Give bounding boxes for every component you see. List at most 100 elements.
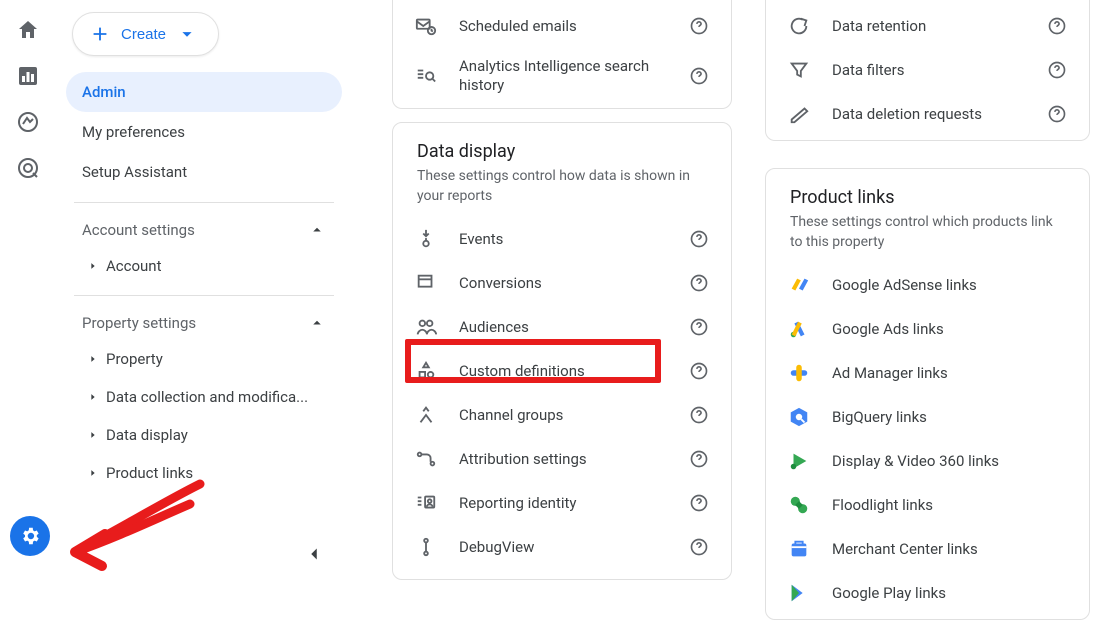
scheduled-emails-icon [415,15,437,37]
help-icon[interactable] [689,493,709,513]
data-display-title: Data display [393,127,731,164]
nav-setup-assistant[interactable]: Setup Assistant [66,152,342,192]
explore-icon[interactable] [16,110,40,134]
help-icon[interactable] [689,361,709,381]
help-icon[interactable] [689,405,709,425]
help-icon[interactable] [1047,16,1067,36]
events-icon [415,228,437,250]
ad-manager-icon [788,362,810,384]
chevron-up-icon [308,314,326,332]
data-deletion-label: Data deletion requests [832,105,1025,123]
data-retention-icon [788,15,810,37]
row-attribution-settings[interactable]: Attribution settings [393,437,731,481]
ad-manager-label: Ad Manager links [832,364,1067,382]
row-bigquery-links[interactable]: BigQuery links [766,395,1089,439]
audiences-label: Audiences [459,318,667,336]
sub-links-label: Product links [106,464,193,482]
create-button[interactable]: Create [72,12,219,56]
data-retention-label: Data retention [832,17,1025,35]
left-icon-rail [0,0,56,592]
scheduled-emails-label: Scheduled emails [459,17,667,35]
adsense-icon [788,274,810,296]
row-scheduled-emails[interactable]: Scheduled emails [393,4,731,48]
admin-gear-button[interactable] [10,516,50,556]
product-links-title: Product links [766,173,1089,210]
conversions-icon [415,272,437,294]
sub-display-label: Data display [106,426,188,444]
sub-account-label: Account [106,257,162,275]
create-label: Create [121,26,166,43]
card-product-links: Product links These settings control whi… [765,168,1090,620]
home-icon[interactable] [16,18,40,42]
help-icon[interactable] [689,16,709,36]
help-icon[interactable] [1047,60,1067,80]
help-icon[interactable] [689,66,709,86]
sub-property[interactable]: Property [66,340,342,378]
sub-account[interactable]: Account [66,247,342,285]
data-filters-label: Data filters [832,61,1025,79]
section-account-settings[interactable]: Account settings [66,213,342,247]
caret-right-icon [88,430,98,440]
ai-search-history-label: Analytics Intelligence search history [459,57,667,96]
merchant-center-label: Merchant Center links [832,540,1067,558]
sub-product-links[interactable]: Product links [66,454,342,492]
attribution-icon [415,448,437,470]
search-history-icon [415,65,437,87]
chevron-left-icon [303,543,325,565]
help-icon[interactable] [689,273,709,293]
row-reporting-identity[interactable]: Reporting identity [393,481,731,525]
help-icon[interactable] [689,229,709,249]
adsense-label: Google AdSense links [832,276,1067,294]
row-floodlight-links[interactable]: Floodlight links [766,483,1089,527]
row-channel-groups[interactable]: Channel groups [393,393,731,437]
card-data-right-top: Data retention Data filters Data deletio… [765,0,1090,141]
google-play-label: Google Play links [832,584,1067,602]
floodlight-icon [788,494,810,516]
card-top-partial: Scheduled emails Analytics Intelligence … [392,0,732,109]
caret-down-icon [176,23,198,45]
google-ads-icon [788,318,810,340]
advertising-icon[interactable] [16,156,40,180]
row-conversions[interactable]: Conversions [393,261,731,305]
row-ad-manager-links[interactable]: Ad Manager links [766,351,1089,395]
row-google-play-links[interactable]: Google Play links [766,571,1089,615]
row-merchant-center-links[interactable]: Merchant Center links [766,527,1089,571]
row-google-ads-links[interactable]: Google Ads links [766,307,1089,351]
admin-sidebar: Create Admin My preferences Setup Assist… [56,0,352,592]
row-data-filters[interactable]: Data filters [766,48,1089,92]
divider [74,202,334,203]
data-deletion-icon [788,103,810,125]
events-label: Events [459,230,667,248]
row-dv360-links[interactable]: Display & Video 360 links [766,439,1089,483]
nav-admin[interactable]: Admin [66,72,342,112]
help-icon[interactable] [689,537,709,557]
attribution-label: Attribution settings [459,450,667,468]
reporting-identity-label: Reporting identity [459,494,667,512]
row-data-deletion[interactable]: Data deletion requests [766,92,1089,136]
collapse-sidebar-button[interactable] [296,536,332,572]
audiences-icon [415,316,437,338]
help-icon[interactable] [1047,104,1067,124]
row-debugview[interactable]: DebugView [393,525,731,569]
sub-data-display[interactable]: Data display [66,416,342,454]
divider [74,295,334,296]
dv360-icon [788,450,810,472]
sub-dcm-label: Data collection and modifica... [106,388,308,406]
sub-data-collection[interactable]: Data collection and modifica... [66,378,342,416]
row-data-retention[interactable]: Data retention [766,4,1089,48]
reports-icon[interactable] [16,64,40,88]
caret-right-icon [88,354,98,364]
chevron-up-icon [308,221,326,239]
row-events[interactable]: Events [393,217,731,261]
nav-my-preferences[interactable]: My preferences [66,112,342,152]
help-icon[interactable] [689,449,709,469]
plus-icon [89,23,111,45]
channel-groups-label: Channel groups [459,406,667,424]
section-property-settings[interactable]: Property settings [66,306,342,340]
nav-prefs-label: My preferences [82,123,185,141]
nav-admin-label: Admin [82,83,126,101]
row-ai-search-history[interactable]: Analytics Intelligence search history [393,48,731,104]
floodlight-label: Floodlight links [832,496,1067,514]
row-adsense-links[interactable]: Google AdSense links [766,263,1089,307]
help-icon[interactable] [689,317,709,337]
